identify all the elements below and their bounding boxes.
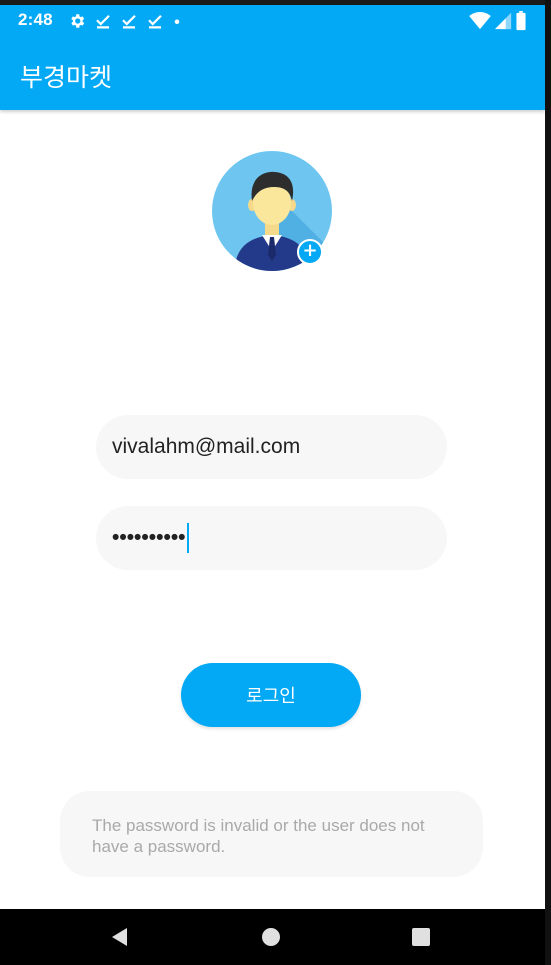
battery-icon bbox=[516, 11, 526, 31]
error-message: The password is invalid or the user does… bbox=[60, 791, 483, 877]
notification-dot-icon bbox=[174, 19, 180, 24]
download-done-icon bbox=[148, 14, 162, 29]
recents-square-icon bbox=[412, 928, 430, 946]
recents-button[interactable] bbox=[397, 909, 445, 965]
status-bar-top-edge bbox=[0, 0, 545, 5]
cellular-signal-icon bbox=[494, 12, 512, 30]
email-value: vivalahm@mail.com bbox=[112, 435, 301, 458]
app-bar: 부경마켓 bbox=[0, 44, 545, 110]
home-circle-icon bbox=[262, 928, 280, 946]
app-title: 부경마켓 bbox=[20, 63, 113, 92]
login-screen: 2:48 부경마켓 + vivalahm@mail.com ••••••••••… bbox=[0, 0, 545, 965]
settings-gear-icon bbox=[71, 14, 85, 28]
email-field[interactable]: vivalahm@mail.com bbox=[96, 415, 447, 479]
home-button[interactable] bbox=[247, 909, 295, 965]
system-nav-bar bbox=[0, 909, 545, 965]
status-time: 2:48 bbox=[18, 10, 53, 29]
error-message-text: The password is invalid or the user does… bbox=[92, 816, 425, 856]
password-value: •••••••••• bbox=[112, 526, 186, 549]
text-cursor bbox=[186, 523, 189, 553]
password-field[interactable]: •••••••••• bbox=[96, 506, 447, 570]
back-button[interactable] bbox=[96, 909, 144, 965]
wifi-icon bbox=[469, 12, 491, 30]
login-button[interactable]: 로그인 bbox=[181, 663, 361, 727]
add-photo-badge[interactable]: + bbox=[297, 239, 323, 265]
status-system-icons bbox=[466, 11, 527, 31]
download-done-icon bbox=[96, 14, 110, 29]
login-button-label: 로그인 bbox=[246, 686, 296, 707]
status-notifications bbox=[68, 9, 190, 33]
back-triangle-icon bbox=[112, 928, 127, 946]
screen-edge bbox=[545, 0, 551, 965]
status-bar: 2:48 bbox=[0, 0, 545, 44]
download-done-icon bbox=[122, 14, 136, 29]
